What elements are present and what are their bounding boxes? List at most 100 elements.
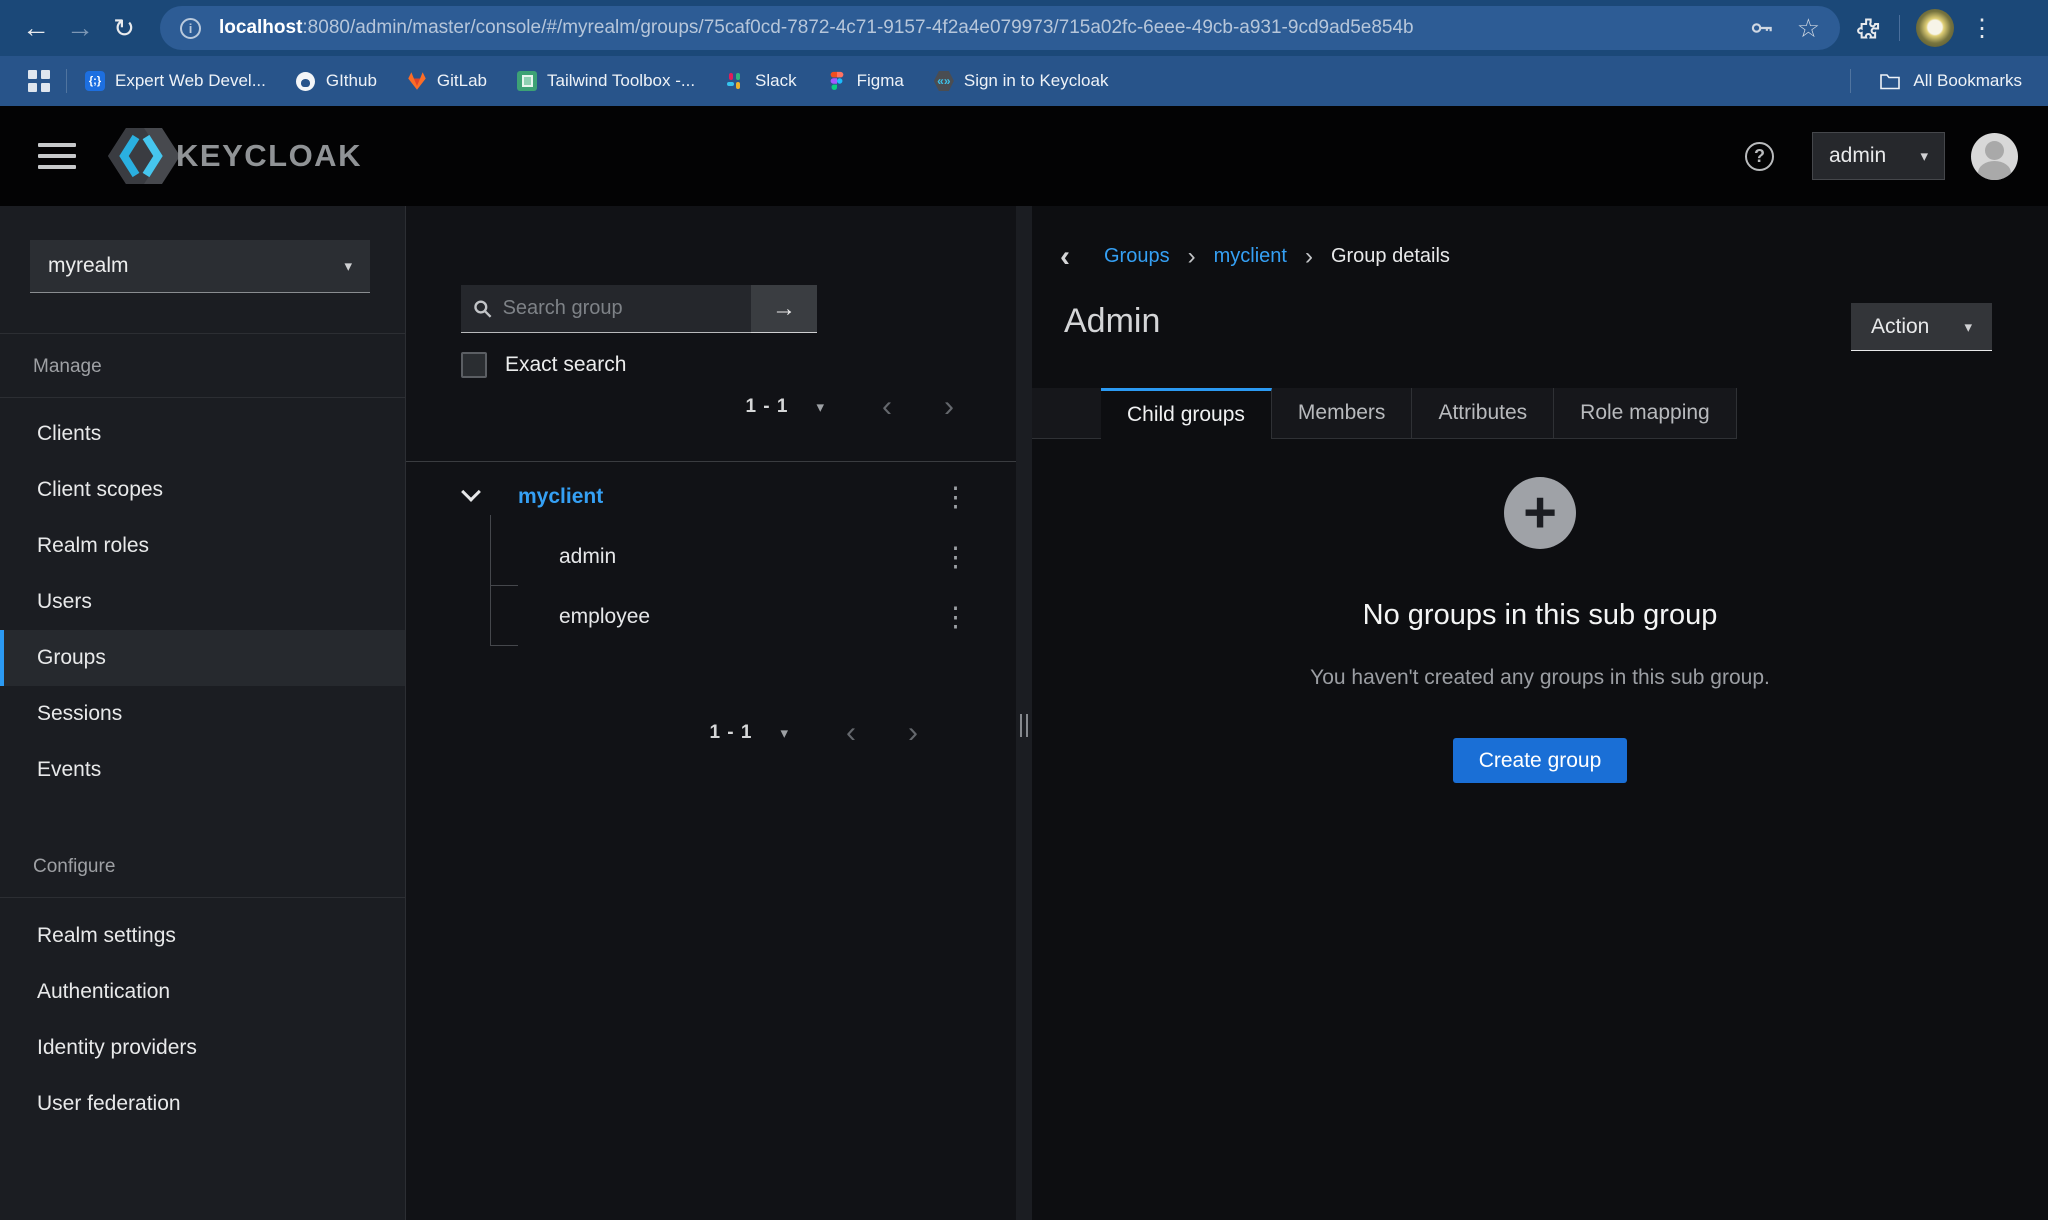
sidebar-nav: myrealm ▾ Manage Clients Client scopes R… — [0, 206, 405, 1220]
pagination-next-icon[interactable]: › — [944, 397, 954, 417]
sidebar-item-groups[interactable]: Groups — [0, 630, 405, 686]
breadcrumb-current: Group details — [1331, 245, 1450, 268]
sidebar-item-sessions[interactable]: Sessions — [0, 686, 405, 742]
search-group-field[interactable] — [461, 285, 751, 333]
pagination-next-icon[interactable]: › — [908, 723, 918, 743]
forward-button[interactable]: → — [58, 12, 102, 44]
bookmark-gitlab[interactable]: GitLab — [407, 71, 487, 91]
browser-toolbar: ← → ↻ i localhost:8080/admin/master/cons… — [0, 0, 2048, 56]
tab-role-mapping[interactable]: Role mapping — [1554, 388, 1737, 439]
bookmark-label: Tailwind Toolbox -... — [547, 71, 695, 91]
password-key-icon[interactable] — [1749, 15, 1775, 41]
exact-search-checkbox[interactable] — [461, 352, 487, 378]
extensions-icon[interactable] — [1856, 15, 1883, 42]
tree-expand-chevron-icon[interactable] — [461, 482, 481, 502]
nav-toggle-hamburger-icon[interactable] — [38, 143, 76, 169]
group-employee[interactable]: employee — [559, 605, 650, 629]
bookmark-slack[interactable]: Slack — [725, 71, 797, 91]
bookmark-keycloak[interactable]: «» Sign in to Keycloak — [934, 71, 1109, 91]
sidebar-item-user-federation[interactable]: User federation — [0, 1076, 405, 1132]
bookmark-figma[interactable]: Figma — [827, 71, 904, 91]
slack-favicon — [725, 71, 745, 91]
breadcrumb-groups-link[interactable]: Groups — [1104, 245, 1170, 268]
realm-name: myrealm — [48, 254, 129, 278]
pagination-menu-caret-icon[interactable]: ▾ — [816, 398, 824, 416]
group-details-panel: ‹ Groups › myclient › Group details Admi… — [1032, 206, 2048, 1220]
sidebar-item-identity-providers[interactable]: Identity providers — [0, 1020, 405, 1076]
url-path: :8080/admin/master/console/#/myrealm/gro… — [302, 17, 1413, 38]
chevron-down-icon: ▾ — [344, 257, 352, 275]
toolbar-separator — [1899, 15, 1900, 41]
sidebar-item-clients[interactable]: Clients — [0, 406, 405, 462]
pagination-top: 1 - 1 ▾ ‹ › — [745, 396, 954, 418]
bookmark-tailwind[interactable]: Tailwind Toolbox -... — [517, 71, 695, 91]
brand-wordmark: KEYCLOAK — [176, 138, 362, 174]
keycloak-brand[interactable]: KEYCLOAK — [106, 125, 362, 187]
bookmark-label: GitLab — [437, 71, 487, 91]
address-bar[interactable]: i localhost:8080/admin/master/console/#/… — [160, 6, 1840, 50]
apps-grid-icon[interactable] — [28, 70, 50, 92]
group-admin[interactable]: admin — [559, 545, 616, 569]
sidebar-item-authentication[interactable]: Authentication — [0, 964, 405, 1020]
action-dropdown-button[interactable]: Action ▾ — [1851, 303, 1992, 351]
all-bookmarks-label: All Bookmarks — [1913, 71, 2022, 91]
kebab-menu-icon[interactable]: ⋮ — [942, 484, 969, 511]
bookmark-label: Slack — [755, 71, 797, 91]
tab-attributes[interactable]: Attributes — [1412, 388, 1554, 439]
divider — [0, 333, 405, 334]
user-avatar[interactable] — [1971, 133, 2018, 180]
bookmark-label: Sign in to Keycloak — [964, 71, 1109, 91]
breadcrumb-myclient-link[interactable]: myclient — [1214, 245, 1287, 268]
pagination-menu-caret-icon[interactable]: ▾ — [780, 724, 788, 742]
group-myclient[interactable]: myclient — [518, 485, 603, 509]
user-menu-dropdown[interactable]: admin ▾ — [1812, 132, 1945, 180]
tailwind-favicon — [517, 71, 537, 91]
bookmarks-bar: {;} Expert Web Devel... GIthub GitLab Ta… — [0, 56, 2048, 106]
kebab-menu-icon[interactable]: ⋮ — [942, 544, 969, 571]
help-icon[interactable]: ? — [1745, 142, 1774, 171]
search-submit-button[interactable]: → — [751, 285, 817, 333]
reload-button[interactable]: ↻ — [102, 13, 146, 44]
bookmark-label: Figma — [857, 71, 904, 91]
empty-state: + No groups in this sub group You haven'… — [1032, 439, 2048, 783]
chevron-right-icon: › — [1188, 248, 1196, 266]
back-button[interactable]: ← — [14, 12, 58, 44]
tab-child-groups[interactable]: Child groups — [1101, 388, 1272, 439]
bookmark-star-icon[interactable]: ☆ — [1797, 13, 1820, 44]
chrome-menu-icon[interactable]: ⋮ — [1970, 14, 1994, 43]
bookmarks-separator — [1850, 69, 1851, 93]
sidebar-item-client-scopes[interactable]: Client scopes — [0, 462, 405, 518]
pagination-prev-icon[interactable]: ‹ — [846, 723, 856, 743]
pagination-prev-icon[interactable]: ‹ — [882, 397, 892, 417]
kebab-menu-icon[interactable]: ⋮ — [942, 604, 969, 631]
sidebar-item-realm-settings[interactable]: Realm settings — [0, 908, 405, 964]
sidebar-item-realm-roles[interactable]: Realm roles — [0, 518, 405, 574]
resize-handle[interactable] — [1020, 714, 1028, 737]
pagination-bottom: 1 - 1 ▾ ‹ › — [709, 722, 918, 744]
tree-row-myclient[interactable]: myclient ⋮ — [406, 467, 1017, 527]
chevron-down-icon: ▾ — [1964, 318, 1972, 336]
all-bookmarks[interactable]: All Bookmarks — [1850, 69, 2022, 93]
plus-circle-icon: + — [1504, 477, 1576, 549]
groups-tree-panel: → Exact search 1 - 1 ▾ ‹ › myclient ⋮ ad… — [405, 206, 1016, 1220]
breadcrumb-back-chevron-icon[interactable]: ‹ — [1060, 247, 1070, 267]
tab-members[interactable]: Members — [1272, 388, 1413, 439]
browser-profile-avatar[interactable] — [1916, 9, 1954, 47]
section-label-manage: Manage — [33, 356, 102, 378]
tree-row-admin[interactable]: admin ⋮ — [406, 527, 1017, 587]
bookmark-expert-web[interactable]: {;} Expert Web Devel... — [85, 71, 266, 91]
tab-bar: Child groups Members Attributes Role map… — [1032, 388, 2048, 439]
search-group-input[interactable] — [503, 297, 739, 320]
sidebar-item-users[interactable]: Users — [0, 574, 405, 630]
figma-favicon — [827, 71, 847, 91]
url-text[interactable]: localhost:8080/admin/master/console/#/my… — [219, 17, 1737, 39]
tree-row-employee[interactable]: employee ⋮ — [406, 587, 1017, 647]
site-info-icon[interactable]: i — [180, 18, 201, 39]
create-group-button[interactable]: Create group — [1453, 738, 1627, 783]
realm-selector[interactable]: myrealm ▾ — [30, 240, 370, 293]
bookmarks-separator — [66, 69, 67, 93]
bookmark-github[interactable]: GIthub — [296, 71, 377, 91]
sidebar-item-events[interactable]: Events — [0, 742, 405, 798]
panel-resizer — [1016, 206, 1032, 1220]
keycloak-masthead: KEYCLOAK ? admin ▾ — [0, 106, 2048, 206]
